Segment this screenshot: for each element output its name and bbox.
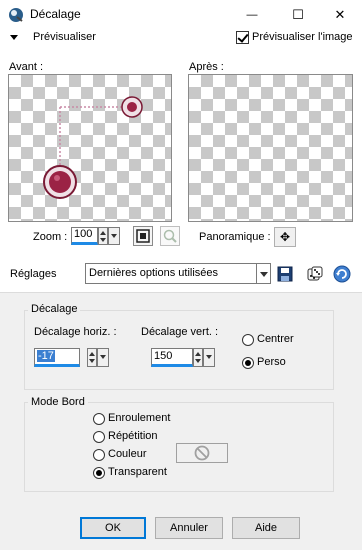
zoom-dropdown-button[interactable] bbox=[108, 227, 120, 245]
vertical-offset-stepper[interactable] bbox=[193, 348, 203, 367]
zoom-actual-button[interactable] bbox=[160, 226, 180, 246]
radio-custom[interactable] bbox=[242, 357, 254, 369]
radio-transparent[interactable] bbox=[93, 467, 105, 479]
presets-label: Réglages bbox=[10, 268, 57, 280]
before-label: Avant : bbox=[9, 61, 44, 73]
radio-color[interactable] bbox=[93, 449, 105, 461]
radio-wrap-label[interactable]: Enroulement bbox=[108, 412, 170, 424]
zoom-value[interactable]: 100 bbox=[74, 228, 92, 240]
preview-image-checkbox[interactable] bbox=[236, 31, 249, 44]
radio-custom-label[interactable]: Perso bbox=[257, 356, 286, 368]
ok-button[interactable]: OK bbox=[80, 517, 146, 539]
zoom-label: Zoom : bbox=[33, 231, 68, 243]
radio-wrap[interactable] bbox=[93, 413, 105, 425]
after-preview bbox=[188, 74, 353, 222]
magnifier-icon bbox=[163, 229, 177, 243]
move-icon: ✥ bbox=[279, 230, 291, 244]
maximize-icon: ☐ bbox=[292, 6, 304, 22]
radio-center[interactable] bbox=[242, 334, 254, 346]
chevron-down-icon[interactable] bbox=[10, 35, 18, 40]
horizontal-offset-label: Décalage horiz. : bbox=[34, 326, 117, 338]
help-button[interactable]: Aide bbox=[232, 517, 300, 539]
target-handle-icon bbox=[121, 96, 143, 118]
floppy-disk-icon bbox=[277, 266, 293, 281]
save-preset-button[interactable] bbox=[276, 263, 294, 284]
reset-button[interactable] bbox=[333, 263, 351, 284]
origin-handle-icon bbox=[43, 165, 77, 199]
preview-image-label[interactable]: Prévisualiser l'image bbox=[252, 31, 353, 43]
pan-button[interactable]: ✥ bbox=[274, 227, 296, 247]
before-preview[interactable] bbox=[8, 74, 172, 222]
randomize-button[interactable] bbox=[306, 263, 324, 284]
pan-label: Panoramique : bbox=[199, 231, 271, 243]
close-button[interactable]: ✕ bbox=[318, 0, 362, 29]
close-icon: ✕ bbox=[334, 6, 346, 22]
zoom-fit-button[interactable] bbox=[133, 226, 153, 246]
radio-transparent-label[interactable]: Transparent bbox=[108, 466, 167, 478]
radio-repeat-label[interactable]: Répétition bbox=[108, 430, 158, 442]
reset-icon bbox=[333, 265, 351, 282]
no-color-icon bbox=[194, 445, 210, 461]
radio-color-label[interactable]: Couleur bbox=[108, 448, 147, 460]
color-swatch[interactable] bbox=[176, 443, 228, 463]
radio-center-label[interactable]: Centrer bbox=[257, 333, 294, 345]
app-icon bbox=[8, 7, 24, 23]
presets-dropdown-button[interactable] bbox=[256, 263, 271, 284]
preview-toggle[interactable]: Prévisualiser bbox=[33, 31, 96, 43]
offset-group-title: Décalage bbox=[28, 303, 81, 315]
vertical-offset-dropdown[interactable] bbox=[203, 348, 215, 367]
minimize-icon: — bbox=[246, 8, 258, 21]
zoom-stepper[interactable] bbox=[98, 227, 108, 245]
vertical-offset-label: Décalage vert. : bbox=[141, 326, 219, 338]
window-title: Décalage bbox=[30, 7, 81, 21]
edge-mode-group-title: Mode Bord bbox=[28, 396, 88, 408]
horizontal-offset-dropdown[interactable] bbox=[97, 348, 109, 367]
horizontal-offset-value[interactable]: -17 bbox=[37, 350, 55, 362]
after-label: Après : bbox=[189, 61, 224, 73]
vertical-offset-value[interactable]: 150 bbox=[154, 350, 172, 362]
presets-value[interactable]: Dernières options utilisées bbox=[89, 267, 218, 279]
minimize-button[interactable]: — bbox=[230, 0, 274, 29]
horizontal-offset-stepper[interactable] bbox=[87, 348, 97, 367]
radio-repeat[interactable] bbox=[93, 431, 105, 443]
dice-icon bbox=[307, 266, 323, 280]
maximize-button[interactable]: ☐ bbox=[276, 0, 320, 29]
zoom-fit-icon bbox=[136, 229, 150, 243]
cancel-button[interactable]: Annuler bbox=[155, 517, 223, 539]
